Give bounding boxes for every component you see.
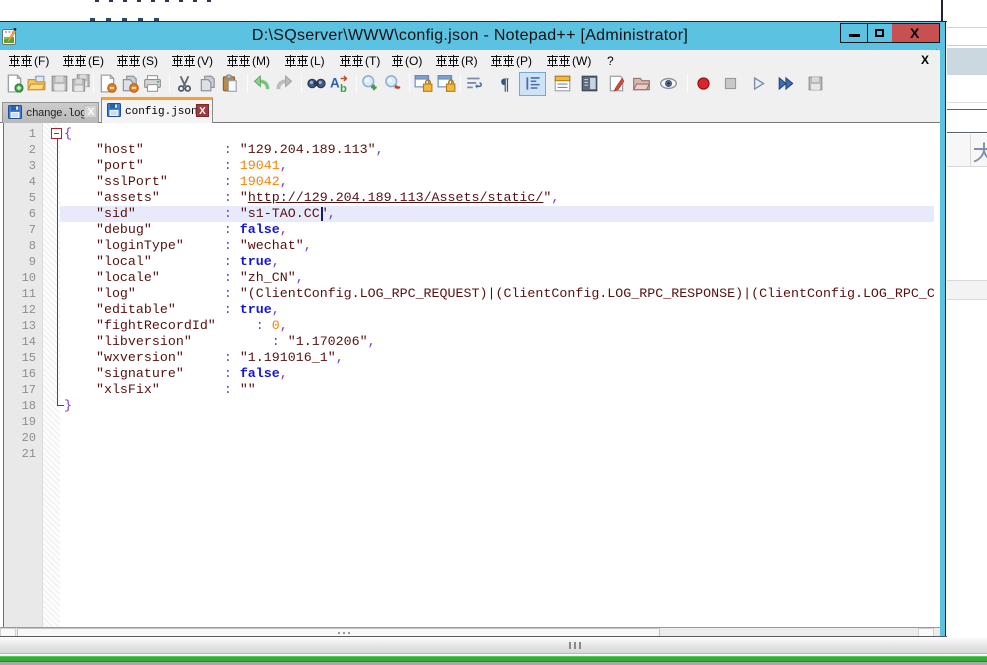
svg-text:b: b — [340, 83, 347, 93]
svg-text:A: A — [330, 75, 340, 90]
svg-text:¶: ¶ — [500, 75, 509, 93]
